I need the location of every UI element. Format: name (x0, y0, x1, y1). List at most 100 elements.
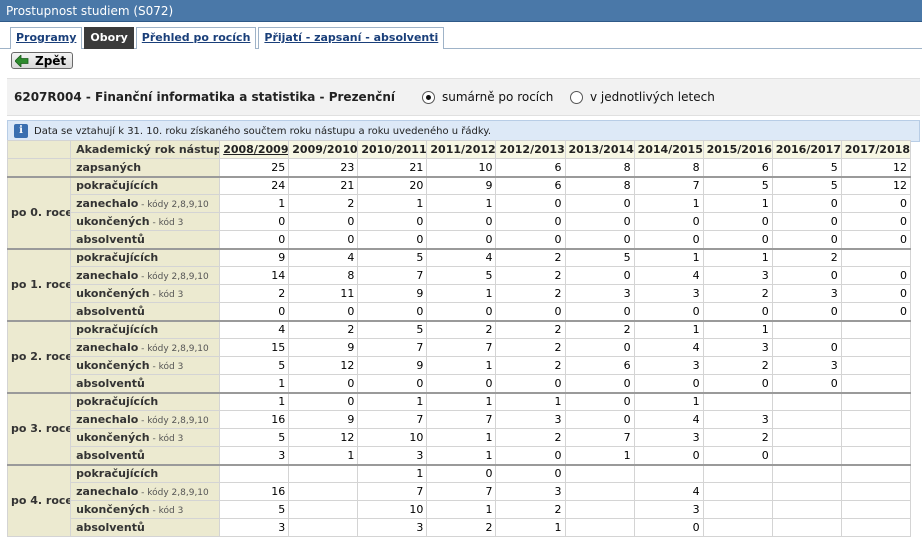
table-cell: 6 (495, 158, 566, 177)
table-cell: 1 (426, 356, 497, 375)
table-cell: 0 (564, 391, 635, 411)
table-cell: 0 (702, 302, 773, 321)
table-cell: 1 (426, 446, 497, 465)
table-cell: 0 (702, 374, 773, 393)
table-cell: 2 (495, 338, 566, 357)
table-cell: 25 (219, 158, 290, 177)
row-label: zanechalo - kódy 2,8,9,10 (70, 338, 221, 357)
table-cell: 0 (357, 212, 428, 231)
table-cell: 1 (288, 446, 359, 465)
table-cell (288, 500, 359, 519)
row-label: absolventů (70, 518, 221, 537)
table-cell: 0 (426, 230, 497, 249)
row-label-main: absolventů (76, 376, 145, 390)
tab-yearly-overview[interactable]: Přehled po rocích (135, 27, 257, 49)
radio-individual-control[interactable] (570, 90, 583, 104)
tab-admitted-enrolled-graduates[interactable]: Přijatí - zapsaní - absolventi (258, 27, 445, 49)
table-cell: 0 (288, 391, 359, 411)
table-cell: 3 (633, 356, 704, 375)
year-header[interactable]: 2008/2009 (219, 140, 290, 159)
table-cell: 2 (495, 284, 566, 303)
row-label-main: zanechalo (76, 197, 139, 210)
table-row: absolventů 3 3 2 1 0 (8, 518, 912, 537)
table-row: ukončených - kód 3 5 12 9 1 2 6 3 2 3 (8, 356, 912, 375)
tab-bar: Programy Obory Přehled po rocích Přijatí - … (10, 27, 446, 49)
table-cell: 0 (495, 212, 566, 231)
table-cell: 2 (702, 428, 773, 447)
table-cell: 20 (357, 175, 428, 195)
table-cell (840, 463, 912, 483)
table-cell: 1 (633, 391, 704, 411)
radio-summary[interactable]: sumárně po rocích (422, 90, 553, 104)
table-cell: 1 (495, 518, 566, 537)
table-cell: 3 (219, 518, 290, 537)
table-cell: 4 (633, 338, 704, 357)
table-cell: 8 (564, 175, 635, 195)
table-cell: 3 (702, 410, 773, 429)
table-cell: 0 (426, 212, 497, 231)
tab-strip: Programy Obory Přehled po rocích Přijatí - … (0, 25, 922, 49)
table-cell: 3 (771, 284, 842, 303)
table-cell: 2 (564, 319, 635, 339)
year-header: 2016/2017 (771, 140, 842, 159)
tab-fields[interactable]: Obory (84, 27, 134, 49)
year-header: 2013/2014 (564, 140, 635, 159)
row-label-code: - kód 3 (149, 290, 184, 300)
row-label-main: ukončených (76, 431, 150, 444)
table-cell: 1 (633, 319, 704, 339)
table-cell: 1 (357, 391, 428, 411)
row-label: pokračujících (70, 391, 221, 411)
row-label-code: - kódy 2,8,9,10 (138, 488, 209, 498)
table-cell: 3 (219, 446, 290, 465)
row-label-code: - kódy 2,8,9,10 (138, 272, 209, 282)
table-cell: 0 (702, 230, 773, 249)
table-cell: 12 (840, 175, 912, 195)
table-cell: 3 (702, 338, 773, 357)
table-cell (702, 518, 773, 537)
row-label: pokračujících (70, 463, 221, 483)
table-cell: 2 (288, 194, 359, 213)
table-cell: 9 (288, 338, 359, 357)
table-cell: 1 (357, 463, 428, 483)
table-cell: 6 (564, 356, 635, 375)
header-row: Akademický rok nástupu 2008/2009 2009/2010… (6, 140, 912, 159)
year-header: 2014/2015 (633, 140, 704, 159)
table-cell (564, 463, 635, 483)
study-heading: 6207R004 - Finanční informatika a statis… (7, 78, 920, 116)
row-label: pokračujících (70, 319, 221, 339)
radio-summary-control[interactable] (422, 90, 435, 104)
row-label-main: zanechalo (76, 341, 139, 354)
table-cell: 0 (288, 374, 359, 393)
table-cell: 3 (633, 428, 704, 447)
table-cell: 0 (288, 212, 359, 231)
table-cell: 0 (840, 230, 912, 249)
table-row: po 2. roce pokračujících 4 2 5 2 2 2 1 1 (6, 319, 912, 393)
table-row: zanechalo - kódy 2,8,9,10 15 9 7 7 2 0 4 3 0 (8, 338, 912, 357)
row-label: ukončených - kód 3 (70, 284, 221, 303)
table-cell: 12 (288, 356, 359, 375)
arrow-left-icon (15, 54, 29, 67)
table-cell (840, 428, 912, 447)
tab-programs[interactable]: Programy (10, 27, 83, 49)
row-label-main: absolventů (76, 448, 145, 462)
table-cell (771, 500, 842, 519)
radio-individual[interactable]: v jednotlivých letech (570, 90, 715, 104)
row-label: ukončených - kód 3 (70, 356, 221, 375)
group-label: po 1. roce (6, 247, 72, 321)
table-cell: 8 (633, 158, 704, 177)
table-cell: 1 (219, 194, 290, 213)
row-label-main: ukončených (76, 215, 150, 228)
table-cell (840, 319, 912, 339)
table-cell: 0 (633, 518, 704, 537)
back-button[interactable]: Zpět (11, 52, 74, 69)
table-row: po 1. roce pokračujících 9 4 5 4 2 5 1 1 2 (6, 247, 912, 321)
year-header: 2017/2018 (840, 140, 912, 159)
year-header: 2015/2016 (702, 140, 773, 159)
table-cell: 6 (495, 175, 566, 195)
table-cell: 2 (495, 266, 566, 285)
row-label-main: zanechalo (76, 413, 139, 426)
table-cell (702, 463, 773, 483)
table-cell: 0 (564, 212, 635, 231)
table-cell (564, 518, 635, 537)
table-cell: 4 (633, 410, 704, 429)
